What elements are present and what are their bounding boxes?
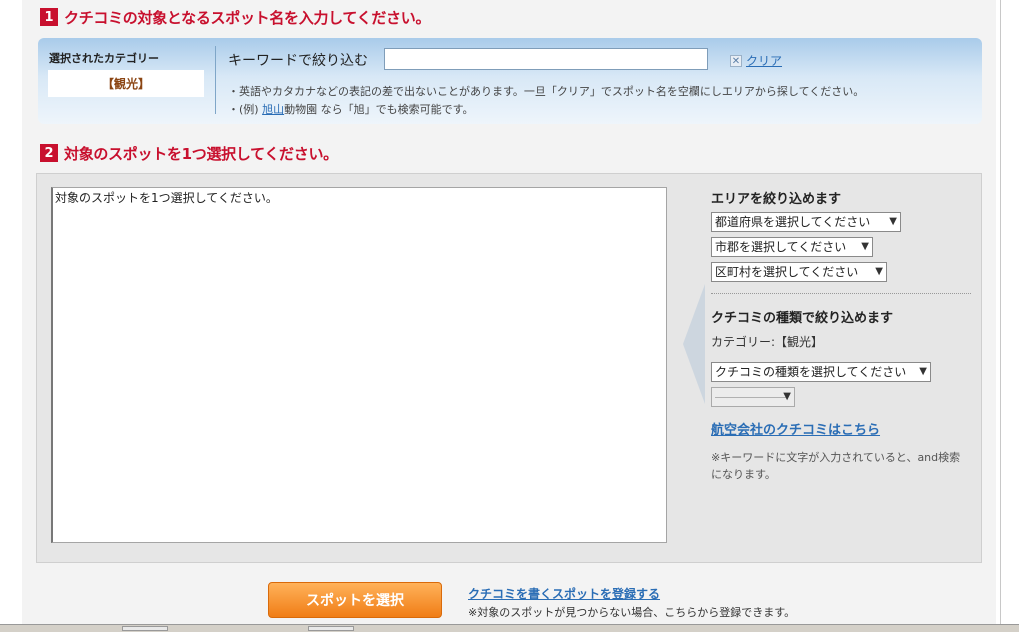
prefecture-select-value: 都道府県を選択してください	[715, 215, 871, 229]
clear-control[interactable]: ✕ クリア	[730, 52, 782, 69]
step2-title: 対象のスポットを1つ選択してください。	[64, 144, 338, 163]
step1-title: クチコミの対象となるスポット名を入力してください。	[64, 8, 431, 27]
chevron-down-icon: ▼	[919, 366, 927, 377]
status-bar-segment	[308, 626, 354, 631]
note-example-suffix: なら「旭」でも検索可能です。	[320, 103, 474, 116]
close-icon[interactable]: ✕	[730, 54, 742, 67]
prefecture-select[interactable]: 都道府県を選択してください ▼	[711, 212, 901, 232]
register-note: ※対象のスポットが見つからない場合、こちらから登録できます。	[468, 606, 796, 619]
type-filter-title: クチコミの種類で絞り込めます	[711, 311, 894, 326]
window-edge	[1000, 0, 1001, 631]
review-type-select[interactable]: クチコミの種類を選択してください ▼	[711, 362, 931, 382]
spot-select-panel: 対象のスポットを1つ選択してください。 エリアを絞り込めます 都道府県を選択して…	[36, 173, 982, 563]
keyword-panel: 選択されたカテゴリー 【観光】 キーワードで絞り込む ✕ クリア ・英語やカタカ…	[38, 38, 982, 124]
keyword-note-2: ・(例) 旭山動物園 なら「旭」でも検索可能です。	[228, 101, 474, 117]
step2-number: 2	[40, 144, 58, 162]
chevron-down-icon: ▼	[861, 241, 869, 252]
sub-type-select-value: ――――――	[715, 390, 787, 404]
sub-type-select[interactable]: ―――――― ▼	[711, 387, 795, 407]
register-spot-link[interactable]: クチコミを書くスポットを登録する	[468, 585, 660, 602]
arrow-left-icon	[683, 284, 705, 404]
area-filter-title: エリアを絞り込めます	[711, 192, 842, 207]
keyword-and-note: ※キーワードに文字が入力されていると、and検索になります。	[711, 451, 961, 481]
city-select[interactable]: 市郡を選択してください ▼	[711, 237, 873, 257]
step2-header: 2 対象のスポットを1つ選択してください。	[40, 142, 338, 164]
chevron-down-icon: ▼	[875, 266, 883, 277]
panel-divider	[215, 46, 216, 114]
keyword-note-1: ・英語やカタカナなどの表記の差で出ないことがあります。一旦「クリア」でスポット名…	[228, 85, 865, 98]
ward-select[interactable]: 区町村を選択してください ▼	[711, 262, 887, 282]
selected-category-value: 【観光】	[48, 70, 204, 97]
note-example-prefix: ・(例)	[228, 103, 259, 116]
note-example-link: 旭山	[262, 103, 285, 116]
keyword-label: キーワードで絞り込む	[228, 53, 368, 69]
select-spot-button[interactable]: スポットを選択	[268, 582, 442, 618]
review-type-select-value: クチコミの種類を選択してください	[715, 365, 907, 379]
city-select-value: 市郡を選択してください	[715, 240, 847, 254]
chevron-down-icon: ▼	[783, 391, 791, 402]
spot-list-placeholder: 対象のスポットを1つ選択してください。	[55, 191, 278, 205]
step1-number: 1	[40, 8, 58, 26]
filter-divider	[711, 293, 971, 294]
type-filter-category: カテゴリー:【観光】	[711, 335, 824, 349]
chevron-down-icon: ▼	[889, 216, 897, 227]
step1-header: 1 クチコミの対象となるスポット名を入力してください。	[40, 6, 430, 28]
spot-list-box[interactable]: 対象のスポットを1つ選択してください。	[51, 187, 667, 543]
note-example-mid: 動物園	[284, 103, 318, 116]
status-bar-segment	[122, 626, 168, 631]
keyword-input[interactable]	[384, 48, 708, 70]
filter-column: エリアを絞り込めます 都道府県を選択してください ▼ 市郡を選択してください ▼…	[711, 174, 973, 562]
airline-review-link[interactable]: 航空会社のクチコミはこちら	[711, 419, 880, 438]
ward-select-value: 区町村を選択してください	[715, 265, 859, 279]
selected-category-label: 選択されたカテゴリー	[49, 52, 159, 65]
clear-link[interactable]: クリア	[746, 52, 782, 69]
